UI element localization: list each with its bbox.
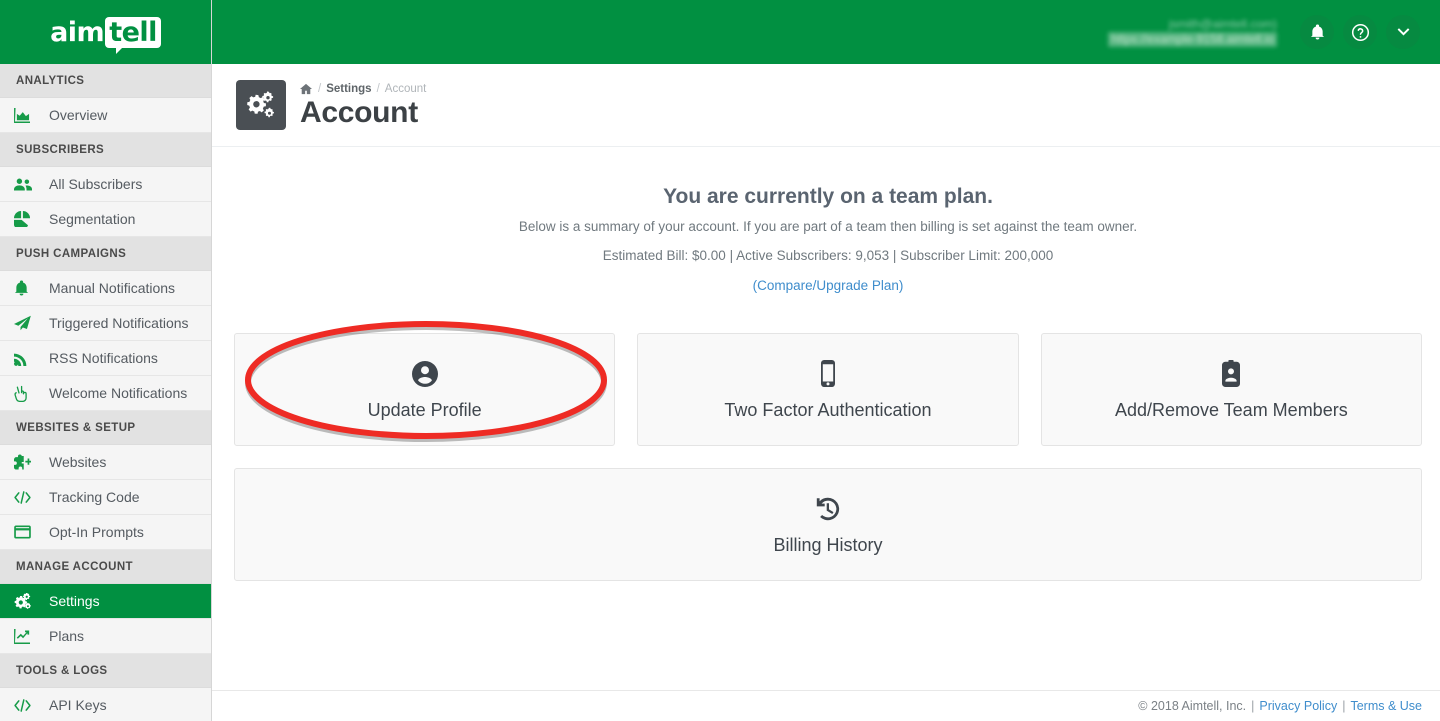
page-content: You are currently on a team plan. Below … bbox=[212, 147, 1440, 690]
sidebar-item-welcome-notifications[interactable]: Welcome Notifications bbox=[0, 376, 211, 411]
sidebar-item-label: Tracking Code bbox=[49, 490, 140, 504]
sidebar-item-all-subscribers[interactable]: All Subscribers bbox=[0, 167, 211, 202]
card-label: Two Factor Authentication bbox=[724, 401, 931, 419]
sidebar-section-header: TOOLS & LOGS bbox=[0, 654, 211, 688]
plan-heading: You are currently on a team plan. bbox=[234, 185, 1422, 209]
question-circle-icon bbox=[1351, 23, 1370, 42]
account-menu-button[interactable] bbox=[1386, 15, 1420, 49]
sidebar-item-manual-notifications[interactable]: Manual Notifications bbox=[0, 271, 211, 306]
area-chart-icon bbox=[14, 108, 40, 123]
sidebar-item-label: RSS Notifications bbox=[49, 351, 158, 365]
sidebar-item-label: Websites bbox=[49, 455, 106, 469]
sidebar-item-websites[interactable]: Websites bbox=[0, 445, 211, 480]
main-area: jsmith@aimtell.com) https://example-9158… bbox=[212, 0, 1440, 721]
window-icon bbox=[14, 525, 40, 539]
page-footer: © 2018 Aimtell, Inc. | Privacy Policy | … bbox=[212, 690, 1440, 721]
compare-upgrade-plan-link[interactable]: (Compare/Upgrade Plan) bbox=[753, 278, 904, 293]
line-chart-icon bbox=[14, 629, 40, 644]
rss-icon bbox=[14, 351, 40, 366]
bell-icon bbox=[14, 280, 40, 296]
sidebar-item-label: All Subscribers bbox=[49, 177, 142, 191]
sidebar: aim tell ANALYTICS Overview SUBSCRIBERS All… bbox=[0, 0, 212, 721]
app-root: aim tell ANALYTICS Overview SUBSCRIBERS All… bbox=[0, 0, 1440, 721]
bell-icon bbox=[1310, 24, 1325, 40]
user-site-redacted: https://example-9158.aimtell.io bbox=[1108, 32, 1277, 47]
sidebar-item-label: Welcome Notifications bbox=[49, 386, 187, 400]
breadcrumb-account: Account bbox=[385, 83, 427, 95]
sidebar-item-segmentation[interactable]: Segmentation bbox=[0, 202, 211, 237]
code-icon bbox=[14, 699, 40, 712]
sidebar-item-label: Opt-In Prompts bbox=[49, 525, 144, 539]
account-action-cards: Update Profile Two Factor Authentication A… bbox=[234, 333, 1422, 581]
sidebar-item-tracking-code[interactable]: Tracking Code bbox=[0, 480, 211, 515]
card-label: Update Profile bbox=[368, 401, 482, 419]
gears-icon bbox=[14, 593, 40, 609]
sidebar-item-settings[interactable]: Settings bbox=[0, 584, 211, 619]
sidebar-item-label: Plans bbox=[49, 629, 84, 643]
home-icon[interactable] bbox=[300, 83, 312, 95]
hand-peace-icon bbox=[14, 385, 40, 402]
breadcrumb-separator-1: / bbox=[318, 83, 321, 95]
sidebar-item-label: Triggered Notifications bbox=[49, 316, 189, 330]
user-email-redacted: jsmith@aimtell.com) bbox=[1108, 17, 1277, 32]
sidebar-item-opt-in-prompts[interactable]: Opt-In Prompts bbox=[0, 515, 211, 550]
notifications-button[interactable] bbox=[1300, 15, 1334, 49]
brand-logo[interactable]: aim tell bbox=[0, 0, 211, 64]
account-identity: jsmith@aimtell.com) https://example-9158… bbox=[1108, 17, 1277, 47]
history-clock-icon bbox=[815, 496, 841, 522]
footer-separator-2: | bbox=[1342, 699, 1345, 713]
card-label: Add/Remove Team Members bbox=[1115, 401, 1348, 419]
sidebar-item-triggered-notifications[interactable]: Triggered Notifications bbox=[0, 306, 211, 341]
plan-stats: Estimated Bill: $0.00 | Active Subscribe… bbox=[234, 248, 1422, 263]
sidebar-nav: ANALYTICS Overview SUBSCRIBERS All Subscrib… bbox=[0, 64, 211, 721]
sidebar-section-header: ANALYTICS bbox=[0, 64, 211, 98]
logo-text-aim: aim bbox=[50, 19, 104, 46]
card-update-profile[interactable]: Update Profile bbox=[234, 333, 615, 446]
card-label: Billing History bbox=[773, 536, 882, 554]
paper-plane-icon bbox=[14, 315, 40, 331]
footer-separator-1: | bbox=[1251, 699, 1254, 713]
page-gears-icon bbox=[236, 80, 286, 130]
sidebar-item-label: Manual Notifications bbox=[49, 281, 175, 295]
sidebar-item-label: API Keys bbox=[49, 698, 107, 712]
sidebar-item-overview[interactable]: Overview bbox=[0, 98, 211, 133]
user-circle-icon bbox=[412, 361, 438, 387]
breadcrumb-settings[interactable]: Settings bbox=[326, 83, 371, 95]
privacy-policy-link[interactable]: Privacy Policy bbox=[1259, 699, 1337, 713]
sidebar-section-header: SUBSCRIBERS bbox=[0, 133, 211, 167]
puzzle-plus-icon bbox=[14, 454, 40, 470]
terms-link[interactable]: Terms & Use bbox=[1350, 699, 1422, 713]
chevron-down-icon bbox=[1397, 28, 1410, 37]
sidebar-item-rss-notifications[interactable]: RSS Notifications bbox=[0, 341, 211, 376]
card-billing-history[interactable]: Billing History bbox=[234, 468, 1422, 581]
sidebar-item-api-keys[interactable]: API Keys bbox=[0, 688, 211, 721]
card-two-factor-authentication[interactable]: Two Factor Authentication bbox=[637, 333, 1018, 446]
card-add-remove-team-members[interactable]: Add/Remove Team Members bbox=[1041, 333, 1422, 446]
breadcrumb: / Settings / Account bbox=[300, 83, 426, 95]
users-icon bbox=[14, 177, 40, 192]
compare-upgrade-plan-link-wrap: (Compare/Upgrade Plan) bbox=[234, 277, 1422, 295]
sidebar-section-header: PUSH CAMPAIGNS bbox=[0, 237, 211, 271]
help-button[interactable] bbox=[1343, 15, 1377, 49]
sidebar-item-label: Segmentation bbox=[49, 212, 135, 226]
sidebar-item-label: Settings bbox=[49, 594, 100, 608]
logo-speech-bubble-icon: tell bbox=[105, 17, 161, 48]
breadcrumb-separator-2: / bbox=[377, 83, 380, 95]
plan-description: Below is a summary of your account. If y… bbox=[234, 219, 1422, 234]
top-bar: jsmith@aimtell.com) https://example-9158… bbox=[212, 0, 1440, 64]
code-icon bbox=[14, 491, 40, 504]
logo-text-tell: tell bbox=[109, 17, 157, 48]
sidebar-item-label: Overview bbox=[49, 108, 107, 122]
sidebar-section-header: WEBSITES & SETUP bbox=[0, 411, 211, 445]
sidebar-item-plans[interactable]: Plans bbox=[0, 619, 211, 654]
page-title: Account bbox=[300, 98, 426, 128]
id-badge-icon bbox=[1222, 361, 1240, 387]
footer-copyright: © 2018 Aimtell, Inc. bbox=[1138, 699, 1246, 713]
sidebar-section-header: MANAGE ACCOUNT bbox=[0, 550, 211, 584]
pie-chart-icon bbox=[14, 211, 40, 227]
mobile-phone-icon bbox=[820, 361, 836, 387]
page-header: / Settings / Account Account bbox=[212, 64, 1440, 147]
